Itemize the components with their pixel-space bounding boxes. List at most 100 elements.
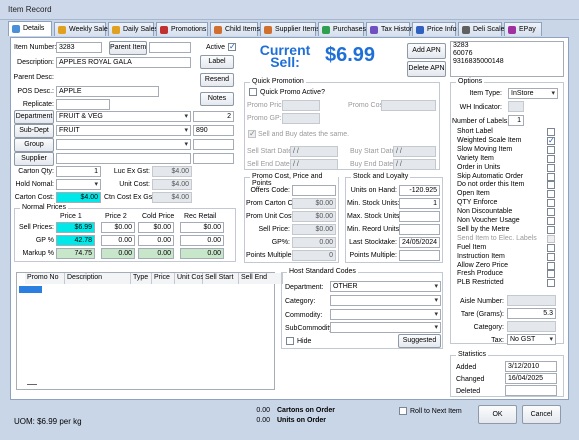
delete-apn-button[interactable]: Delete APN xyxy=(407,61,446,77)
promo-cost-field[interactable] xyxy=(292,185,336,196)
supplier-code[interactable] xyxy=(193,153,234,164)
option-checkbox[interactable] xyxy=(547,225,555,234)
grid-header[interactable]: Price xyxy=(152,273,175,284)
hide-checkbox[interactable] xyxy=(286,337,294,345)
option-checkbox[interactable] xyxy=(547,163,555,172)
apn-list[interactable]: 3283 60076 9316835000148 xyxy=(450,41,564,77)
host-department-select[interactable]: OTHER xyxy=(330,281,441,292)
item-type-select[interactable]: InStore xyxy=(508,88,558,99)
stock-field[interactable] xyxy=(399,224,440,235)
labels-count-field[interactable]: 1 xyxy=(508,115,524,126)
hold-nomal-select[interactable] xyxy=(56,179,101,190)
price-cell[interactable]: 0.00 xyxy=(101,235,135,246)
tab-daily-sales[interactable]: Daily Sales xyxy=(108,22,158,36)
tab-weekly-sales[interactable]: Weekly Sales xyxy=(54,22,111,36)
tab-epay[interactable]: EPay xyxy=(504,22,542,36)
quick-promo-active-checkbox[interactable] xyxy=(249,88,257,96)
add-apn-button[interactable]: Add APN xyxy=(407,43,446,59)
tab-price-info[interactable]: Price Info xyxy=(412,22,457,36)
active-checkbox[interactable]: ✓ xyxy=(228,43,236,51)
price-cell[interactable]: $0.00 xyxy=(138,222,174,233)
price-cell[interactable]: $0.00 xyxy=(180,222,224,233)
apn-entry[interactable]: 9316835000148 xyxy=(453,58,561,66)
replicate-field[interactable] xyxy=(56,99,110,110)
ok-button[interactable]: OK xyxy=(478,405,517,424)
tab-promotions[interactable]: Promotions xyxy=(156,22,208,36)
grid-header[interactable]: Type xyxy=(131,273,152,284)
option-checkbox[interactable] xyxy=(547,252,555,261)
option-checkbox[interactable] xyxy=(547,279,555,288)
tax-select[interactable]: No GST xyxy=(507,334,556,345)
host-commodity-select[interactable] xyxy=(330,309,441,320)
tab-tax-history[interactable]: Tax History xyxy=(366,22,416,36)
group-button[interactable]: Group xyxy=(14,138,54,152)
option-checkbox[interactable] xyxy=(547,199,555,208)
price-cell[interactable]: $0.00 xyxy=(101,222,135,233)
option-checkbox[interactable] xyxy=(547,154,555,163)
apn-entry[interactable]: 60076 xyxy=(453,50,561,58)
supplier-field[interactable] xyxy=(56,153,191,164)
pos-desc-field[interactable]: APPLE xyxy=(56,86,159,97)
host-subcommodity-select[interactable] xyxy=(330,322,441,333)
subdept-number[interactable]: 890 xyxy=(193,125,234,136)
group-select[interactable] xyxy=(56,139,191,150)
option-label: Fresh Produce xyxy=(457,270,503,278)
grid-header[interactable]: Sell End xyxy=(239,273,283,284)
subdept-button[interactable]: Sub-Dept xyxy=(14,124,54,138)
grid-header[interactable]: Sell Start xyxy=(203,273,239,284)
cancel-button[interactable]: Cancel xyxy=(522,405,561,424)
grid-header[interactable]: Promo No xyxy=(25,273,65,284)
price-cell[interactable]: 42.78 xyxy=(56,235,95,246)
group-number[interactable] xyxy=(193,139,234,150)
options-category-field xyxy=(507,321,556,332)
stock-field[interactable] xyxy=(399,250,440,261)
promotions-grid[interactable]: Promo No Description Type Price Unit Cost Sel… xyxy=(16,272,283,390)
tab-supplier-items[interactable]: Supplier Items xyxy=(260,22,320,36)
option-checkbox[interactable] xyxy=(547,243,555,252)
stock-field[interactable]: 24/05/2024 xyxy=(399,237,440,248)
description-field[interactable]: APPLES ROYAL GALA xyxy=(56,57,191,68)
stock-label: Points Multiple: xyxy=(349,252,397,259)
option-checkbox[interactable] xyxy=(547,172,555,181)
option-checkbox[interactable]: ✓ xyxy=(547,136,555,145)
carton-cost-field[interactable]: $4.00 xyxy=(56,192,101,203)
department-select[interactable]: FRUIT & VEG xyxy=(56,111,191,122)
tare-field[interactable]: 5.3 xyxy=(507,308,556,319)
tab-deli-scale[interactable]: Deli Scale xyxy=(458,22,505,36)
supplier-button[interactable]: Supplier xyxy=(14,152,54,166)
tab-child-items[interactable]: Child Items xyxy=(210,22,260,36)
suggested-button[interactable]: Suggested xyxy=(398,334,441,348)
department-button[interactable]: Department xyxy=(14,110,54,124)
grid-header[interactable]: Unit Cost xyxy=(175,273,206,284)
label-button[interactable]: Label xyxy=(200,55,234,69)
notes-button[interactable]: Notes xyxy=(200,92,234,106)
roll-next-checkbox[interactable] xyxy=(399,407,407,415)
department-number[interactable]: 2 xyxy=(193,111,234,122)
option-checkbox[interactable] xyxy=(547,145,555,154)
option-checkbox[interactable] xyxy=(547,217,555,225)
price-cell[interactable]: 0.00 xyxy=(138,235,174,246)
option-checkbox[interactable] xyxy=(547,128,555,136)
tab-purchases[interactable]: Purchases xyxy=(318,22,366,36)
option-checkbox[interactable] xyxy=(547,190,555,199)
parent-item-button[interactable]: Parent Item xyxy=(109,41,147,55)
item-number-field[interactable]: 3283 xyxy=(56,42,102,53)
price-cell[interactable]: 0.00 xyxy=(180,235,224,246)
grid-header[interactable]: Description xyxy=(65,273,131,284)
carton-qty-field[interactable]: 1 xyxy=(56,166,101,177)
parent-item-field[interactable] xyxy=(149,42,191,53)
stock-field[interactable] xyxy=(399,211,440,222)
option-checkbox[interactable] xyxy=(547,208,555,217)
resend-button[interactable]: Resend xyxy=(200,73,234,87)
tab-details[interactable]: Details xyxy=(8,21,52,36)
subdept-select[interactable]: FRUIT xyxy=(56,125,191,136)
option-checkbox[interactable] xyxy=(547,270,555,279)
option-checkbox[interactable] xyxy=(547,261,555,270)
apn-entry[interactable]: 3283 xyxy=(453,42,561,50)
price-cell[interactable]: $6.99 xyxy=(56,222,95,233)
stock-field[interactable]: -120.925 xyxy=(399,185,440,196)
host-category-select[interactable] xyxy=(330,295,441,306)
selected-row-indicator[interactable] xyxy=(19,286,42,293)
option-checkbox[interactable] xyxy=(547,181,555,190)
stock-field[interactable]: 1 xyxy=(399,198,440,209)
